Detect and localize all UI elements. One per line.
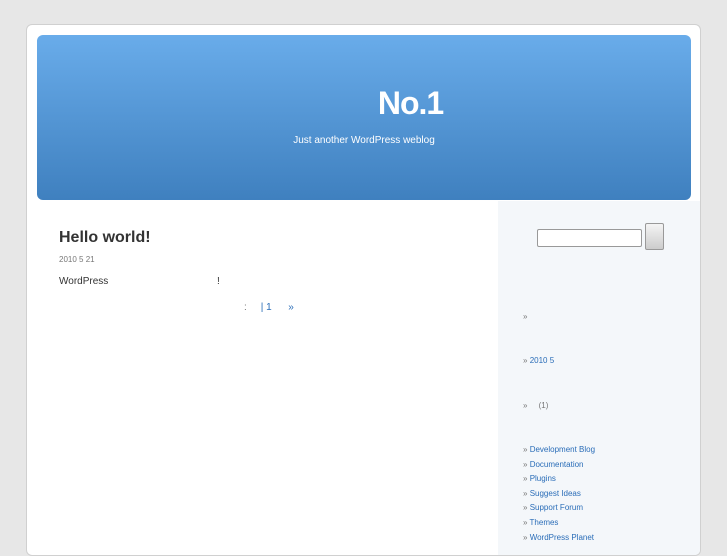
blog-title[interactable]: No.1 — [37, 85, 691, 122]
blogroll-link[interactable]: Themes — [530, 518, 559, 527]
blogroll-item: » Development Blog — [523, 445, 595, 454]
comments-link[interactable]: | 1 — [261, 302, 272, 313]
search-input[interactable] — [537, 229, 642, 247]
post-title[interactable]: Hello world! — [59, 229, 239, 247]
blogroll-link[interactable]: Suggest Ideas — [530, 489, 581, 498]
bullet: » — [523, 503, 528, 513]
blogroll-link[interactable]: Support Forum — [530, 503, 583, 512]
post-date: 2010 5 21 — [59, 255, 95, 264]
post-meta: : | 1 » — [244, 302, 294, 313]
category-item: » (1) — [523, 401, 548, 410]
sidebar: » » 2010 5 » (1) » Development Blog» Doc… — [498, 201, 700, 555]
bullet: » — [523, 312, 528, 321]
bullet: » — [523, 532, 528, 542]
bullet: » — [523, 474, 528, 484]
post-text: WordPress — [59, 276, 109, 287]
bullet: » — [523, 518, 528, 527]
recent-post-item: » — [523, 312, 527, 321]
blogroll-item: » WordPress Planet — [523, 533, 594, 542]
blogroll-item: » Suggest Ideas — [523, 489, 581, 498]
page: No.1 Just another WordPress weblog Hello… — [26, 24, 701, 556]
blogroll-item: » Themes — [523, 518, 558, 527]
bullet: » — [523, 488, 528, 498]
blogroll-link[interactable]: Plugins — [530, 474, 556, 483]
post-text-end: ! — [217, 276, 220, 287]
category-count: (1) — [538, 401, 549, 410]
blogroll-link[interactable]: WordPress Planet — [530, 533, 594, 542]
archive-item: » 2010 5 — [523, 356, 554, 365]
meta-colon: : — [244, 302, 247, 313]
blogroll-item: » Plugins — [523, 474, 556, 483]
blogroll-item: » Documentation — [523, 460, 584, 469]
header: No.1 Just another WordPress weblog — [37, 35, 691, 200]
content: Hello world! 2010 5 21 WordPress! : | 1 … — [59, 229, 294, 313]
blog-description: Just another WordPress weblog — [293, 135, 435, 146]
search-button[interactable] — [645, 223, 664, 250]
blogroll-item: » Support Forum — [523, 503, 583, 512]
blogroll-link[interactable]: Documentation — [530, 460, 584, 469]
bullet: » — [523, 356, 528, 365]
archive-link[interactable]: 2010 5 — [530, 356, 554, 365]
blogroll-link[interactable]: Development Blog — [530, 445, 595, 454]
bullet: » — [523, 401, 528, 410]
more-link[interactable]: » — [288, 302, 294, 313]
bullet: » — [523, 459, 528, 469]
post-body: WordPress! — [59, 276, 239, 287]
bullet: » — [523, 445, 528, 454]
